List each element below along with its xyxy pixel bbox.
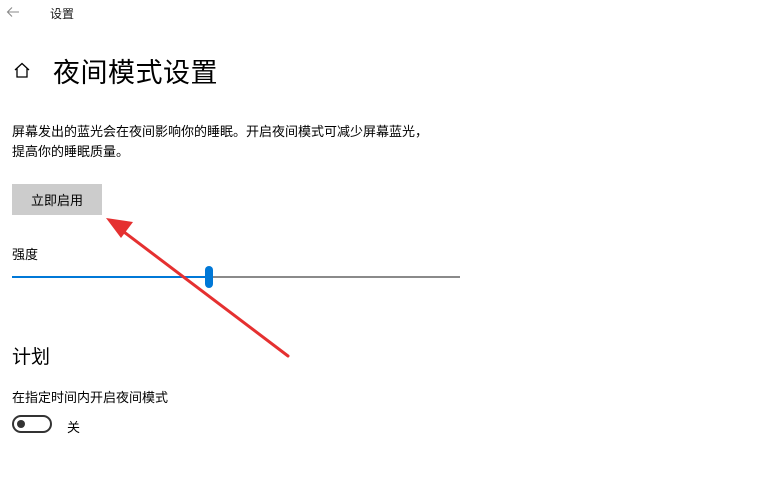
toggle-knob [17,420,25,428]
page-header: 夜间模式设置 [11,50,218,90]
toggle-state-text: 关 [67,421,81,436]
strength-label: 强度 [12,248,39,263]
home-button[interactable] [11,59,33,81]
title-bar: 设置 [0,0,769,30]
app-title: 设置 [50,7,75,21]
schedule-section-title: 计划 [12,346,51,368]
description-line-2: 提高你的睡眠质量。 [12,145,130,160]
slider-thumb[interactable] [205,266,214,288]
back-button[interactable] [4,3,22,21]
slider-fill [12,276,210,278]
arrow-left-icon [6,7,19,17]
enable-now-button[interactable]: 立即启用 [12,184,102,215]
description-line-1: 屏幕发出的蓝光会在夜间影响你的睡眠。开启夜间模式可减少屏幕蓝光， [12,125,429,140]
description-text: 屏幕发出的蓝光会在夜间影响你的睡眠。开启夜间模式可减少屏幕蓝光， 提高你的睡眠质… [12,123,462,163]
strength-slider[interactable] [12,264,460,290]
settings-window: 设置 夜间模式设置 屏幕发出的蓝光会在夜间影响你的睡眠。开启夜间模式可减少屏幕蓝… [0,0,769,488]
page-title: 夜间模式设置 [53,57,218,89]
home-icon [14,62,30,78]
schedule-toggle[interactable] [12,415,52,433]
schedule-toggle-label: 在指定时间内开启夜间模式 [12,391,169,406]
